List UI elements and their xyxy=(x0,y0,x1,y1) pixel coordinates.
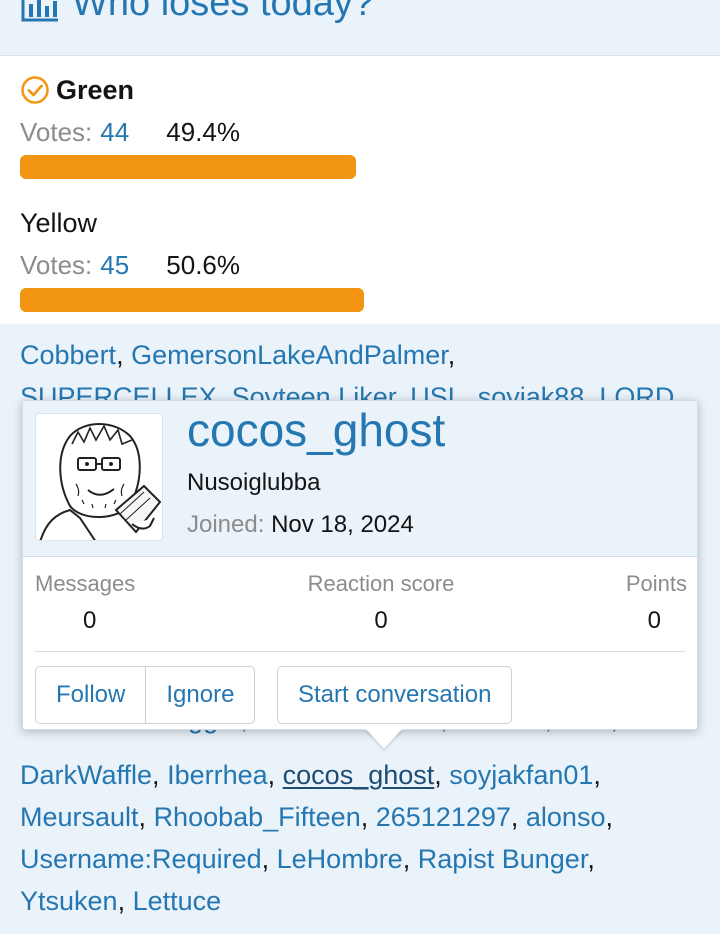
separator: , xyxy=(216,382,232,400)
voters-line-partial: SUPERCELLEX, Sovteen Liker, USL, soyjak8… xyxy=(20,382,674,400)
option-label: Yellow xyxy=(20,207,98,238)
votes-line: Votes: 44 49.4% xyxy=(20,115,700,149)
separator: , xyxy=(605,802,613,832)
stat-label: Messages xyxy=(35,571,136,596)
stat-points: Points 0 xyxy=(583,571,687,635)
votes-count-link[interactable]: 45 xyxy=(100,250,166,281)
poll-option-green: Green Votes: 44 49.4% xyxy=(20,73,700,179)
member-joined: Joined: Nov 18, 2024 xyxy=(187,511,414,539)
separator: , xyxy=(395,382,411,400)
voter-link[interactable]: USL xyxy=(410,382,463,400)
joined-label: Joined: xyxy=(187,511,265,538)
voter-link[interactable]: Sovteen Liker xyxy=(232,382,396,400)
voter-link[interactable]: soyjakfan01 xyxy=(449,760,593,790)
separator: , xyxy=(267,760,283,790)
poll-option-yellow: Yellow Votes: 45 50.6% xyxy=(20,206,700,312)
separator: , xyxy=(584,382,600,400)
separator: , xyxy=(117,886,133,916)
member-card-header: cocos_ghost Nusoiglubba Joined: Nov 18, … xyxy=(23,401,697,557)
voter-link[interactable]: cocos_ghost xyxy=(283,760,435,790)
vote-bar xyxy=(20,155,356,179)
voter-link[interactable]: alonso xyxy=(526,802,606,832)
poll-header: Who loses today? xyxy=(0,0,720,56)
stat-messages: Messages 0 xyxy=(35,571,185,635)
separator: , xyxy=(138,802,154,832)
separator: , xyxy=(360,802,376,832)
tooltip-arrow xyxy=(366,729,402,749)
member-username-link[interactable]: cocos_ghost xyxy=(187,403,445,457)
poll-title: Who loses today? xyxy=(72,0,375,24)
voter-link[interactable]: 265121297 xyxy=(376,802,511,832)
voter-link[interactable]: Meursault xyxy=(20,802,139,832)
separator: , xyxy=(447,340,456,370)
voter-link[interactable]: Rapist Bunger xyxy=(418,844,588,874)
votes-count-link[interactable]: 44 xyxy=(100,117,166,148)
option-label: Green xyxy=(56,74,135,105)
separator: , xyxy=(152,760,168,790)
separator: , xyxy=(510,802,526,832)
separator: , xyxy=(462,382,478,400)
stat-value: 0 xyxy=(83,607,97,634)
votes-percent: 49.4% xyxy=(166,116,241,147)
member-user-title: Nusoiglubba xyxy=(187,469,321,496)
ignore-button[interactable]: Ignore xyxy=(145,667,254,723)
check-circle-icon xyxy=(21,76,49,104)
voter-link[interactable]: Rhoobab_Fifteen xyxy=(154,802,361,832)
follow-button[interactable]: Follow xyxy=(36,667,145,723)
separator: , xyxy=(593,760,601,790)
votes-label: Votes: xyxy=(20,116,93,147)
votes-line: Votes: 45 50.6% xyxy=(20,248,700,282)
voter-link[interactable]: DarkWaffle xyxy=(20,760,152,790)
voter-link[interactable]: Lettuce xyxy=(133,886,222,916)
voter-link[interactable]: soyjak88 xyxy=(478,382,585,400)
stat-value: 0 xyxy=(647,607,661,634)
separator: , xyxy=(261,844,277,874)
joined-date: Nov 18, 2024 xyxy=(271,511,414,538)
voter-link[interactable]: LORD xyxy=(599,382,674,400)
voters-line: Username:Required, LeHombre, Rapist Bung… xyxy=(20,844,595,875)
voters-line: Ytsuken, Lettuce xyxy=(20,886,221,917)
voter-link[interactable]: LeHombre xyxy=(277,844,403,874)
voter-link[interactable]: Ytsuken xyxy=(20,886,118,916)
stat-reaction-score: Reaction score 0 xyxy=(281,571,481,635)
separator: , xyxy=(402,844,418,874)
follow-ignore-group: Follow Ignore xyxy=(35,666,256,724)
member-tooltip-card: cocos_ghost Nusoiglubba Joined: Nov 18, … xyxy=(22,400,698,730)
voter-link[interactable]: Username:Required xyxy=(20,844,262,874)
separator: , xyxy=(116,340,132,370)
voters-line: Meursault, Rhoobab_Fifteen, 265121297, a… xyxy=(20,802,613,833)
separator: , xyxy=(434,760,450,790)
votes-percent: 50.6% xyxy=(166,249,241,280)
separator: , xyxy=(587,844,595,874)
stat-value: 0 xyxy=(374,607,388,634)
voter-link[interactable]: GemersonLakeAndPalmer xyxy=(131,340,448,370)
stat-label: Reaction score xyxy=(307,571,455,596)
start-conversation-button[interactable]: Start conversation xyxy=(277,666,513,724)
bar-chart-icon xyxy=(21,0,58,22)
voter-link[interactable]: Iberrhea xyxy=(167,760,268,790)
voter-link[interactable]: Cobbert xyxy=(20,340,116,370)
card-divider xyxy=(35,651,685,652)
stat-label: Points xyxy=(625,571,687,596)
voter-link[interactable]: SUPERCELLEX xyxy=(20,382,217,400)
votes-label: Votes: xyxy=(20,249,93,280)
voters-line: DarkWaffle, Iberrhea, cocos_ghost, soyja… xyxy=(20,760,601,791)
avatar-image xyxy=(39,423,162,540)
vote-bar xyxy=(20,288,364,312)
voters-line: Cobbert, GemersonLakeAndPalmer, xyxy=(20,340,455,371)
avatar[interactable] xyxy=(35,413,163,541)
